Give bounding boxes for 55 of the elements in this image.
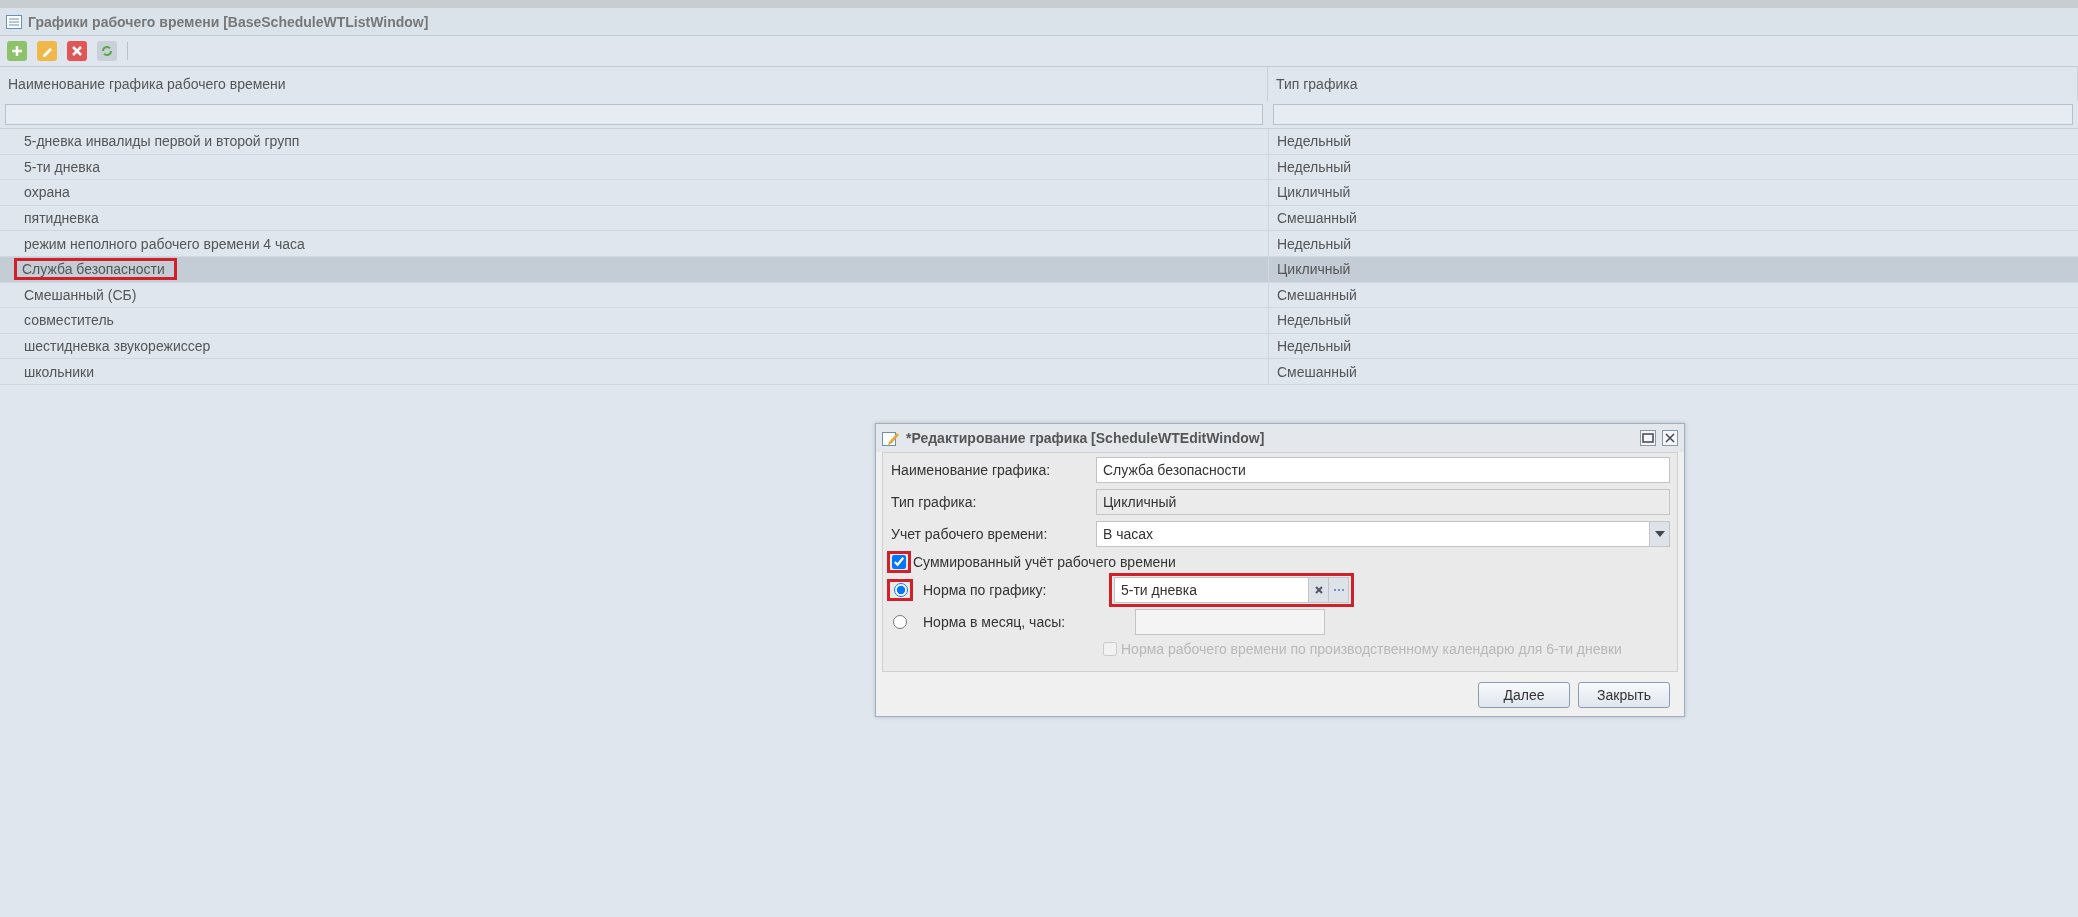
table-cell[interactable]: школьники [24, 363, 94, 380]
dialog-title: *Редактирование графика [ScheduleWTEditWindow] [906, 430, 1266, 446]
maximize-button[interactable] [1640, 430, 1656, 446]
dropdown-field[interactable]: В часах [1096, 521, 1670, 547]
table-cell[interactable]: совместитель [24, 312, 114, 329]
radio-button[interactable] [893, 615, 907, 629]
table-cell[interactable]: Смешанный [1277, 363, 1357, 380]
table-cell[interactable]: пятидневка [24, 210, 99, 227]
dialog-button[interactable]: Закрыть [1578, 682, 1670, 708]
field-label: Учет рабочего времени: [891, 526, 1049, 542]
checkbox-label: Суммированный учёт рабочего времени [913, 554, 1176, 570]
table-cell[interactable]: Смешанный [1277, 286, 1357, 303]
lookup-field[interactable]: 5-ти дневка [1114, 577, 1349, 603]
field-label: Наименование графика: [891, 462, 1052, 478]
radio-label: Норма по графику: [922, 582, 1048, 598]
number-field[interactable] [1135, 609, 1325, 635]
window-title: Графики рабочего времени [BaseScheduleWTListWindow] [28, 13, 429, 30]
column-header[interactable]: Тип графика [1268, 67, 2078, 101]
refresh-button[interactable] [97, 41, 117, 61]
delete-button[interactable] [67, 41, 87, 61]
table-cell[interactable]: охрана [24, 184, 70, 201]
ellipsis-icon [1332, 588, 1345, 592]
table-cell[interactable]: Недельный [1277, 133, 1352, 150]
text-field[interactable]: Цикличный [1096, 489, 1670, 515]
table-cell[interactable]: Недельный [1277, 158, 1352, 175]
radio-button[interactable] [894, 583, 908, 597]
table-cell[interactable]: Недельный [1277, 312, 1352, 329]
add-button[interactable] [7, 41, 27, 61]
browse-button[interactable] [1328, 578, 1348, 602]
list-icon [6, 14, 22, 29]
table-cell[interactable]: 5-ти дневка [24, 158, 100, 175]
table-cell[interactable]: Цикличный [1277, 184, 1351, 201]
table-cell[interactable]: режим неполного рабочего времени 4 часа [24, 235, 305, 252]
radio-label: Норма в месяц, часы: [922, 614, 1067, 630]
table-cell[interactable]: шестидневка звукорежиссер [24, 338, 211, 355]
table-cell[interactable]: Смешанный (СБ) [24, 286, 137, 303]
dropdown-button[interactable] [1649, 522, 1669, 546]
close-button[interactable] [1662, 430, 1678, 446]
dialog-button[interactable]: Далее [1478, 682, 1570, 708]
checkbox[interactable] [892, 555, 906, 569]
table-cell[interactable]: 5-дневка инвалиды первой и второй групп [24, 133, 300, 150]
table-cell[interactable]: Служба безопасности [22, 261, 165, 278]
caret-icon [1654, 531, 1665, 537]
clear-icon [1314, 586, 1323, 594]
filter-field[interactable] [1273, 104, 2073, 125]
filter-field[interactable] [5, 104, 1263, 125]
field-label: Тип графика: [891, 494, 978, 510]
pencil-icon [882, 430, 900, 446]
table-cell[interactable]: Смешанный [1277, 210, 1357, 227]
column-header[interactable]: Наименование графика рабочего времени [0, 67, 1268, 101]
table-cell[interactable]: Недельный [1277, 338, 1352, 355]
table-cell[interactable]: Цикличный [1277, 261, 1351, 278]
table-cell[interactable]: Недельный [1277, 235, 1352, 252]
clear-button[interactable] [1308, 578, 1328, 602]
text-field[interactable]: Служба безопасности [1096, 457, 1670, 483]
